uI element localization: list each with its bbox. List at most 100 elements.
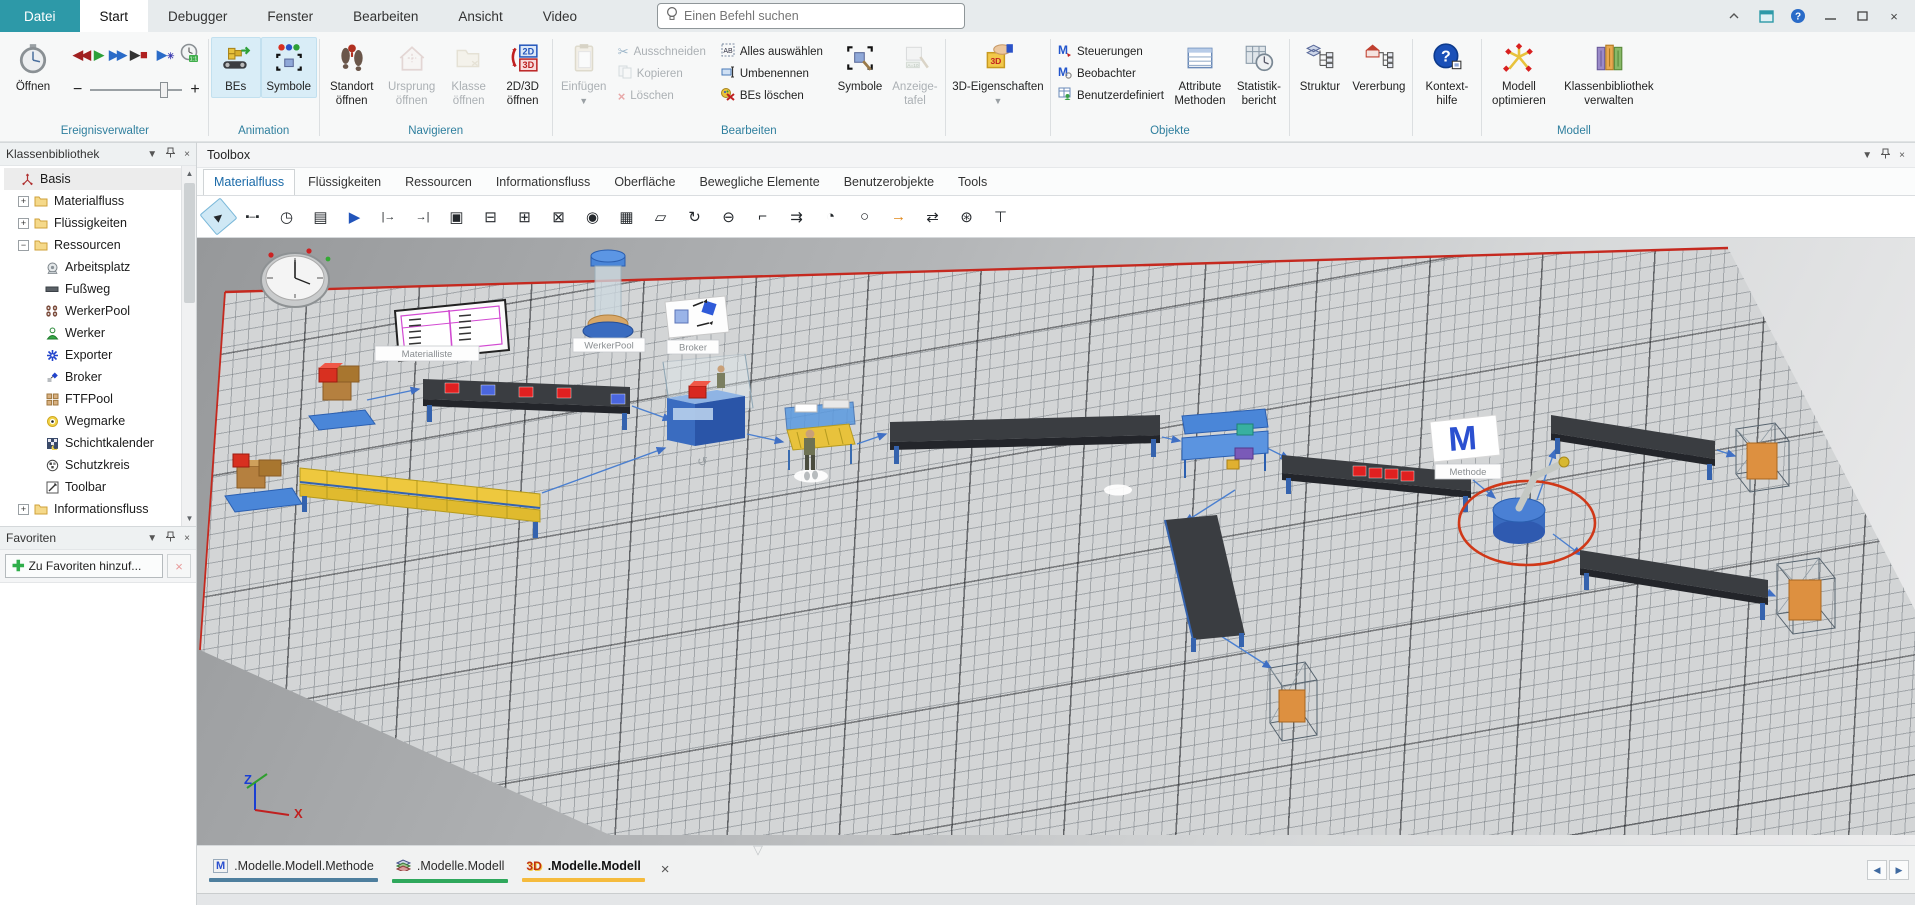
toolbox-icon-frame[interactable]: ▤	[307, 203, 334, 230]
add-to-favorites-button[interactable]: ✚ Zu Favoriten hinzuf...	[5, 554, 163, 578]
tab-datei[interactable]: Datei	[0, 0, 80, 32]
toolbox-icon-conveyor[interactable]: ⊖	[715, 203, 742, 230]
toolbox-icon-assemblystation[interactable]: ⊞	[511, 203, 538, 230]
doc-tab-methode[interactable]: M .Modelle.Modell.Methode	[209, 857, 378, 882]
tree-item-fussweg[interactable]: Fußweg	[4, 278, 196, 300]
standort-oeffnen-button[interactable]: Standort öffnen	[322, 37, 382, 111]
class-library-pin-icon[interactable]	[166, 147, 175, 161]
remove-favorite-button[interactable]: ×	[167, 554, 191, 578]
scene-buffer-conveyor[interactable]	[423, 379, 630, 430]
anzeigetafel-button[interactable]: A=10 Anzeige-tafel	[887, 37, 943, 111]
slider-plus[interactable]: +	[190, 81, 199, 99]
tree-item-broker[interactable]: Broker	[4, 366, 196, 388]
toolbox-icon-line[interactable]: ▱	[647, 203, 674, 230]
realtime-clock-icon[interactable]: 1:1	[179, 43, 199, 68]
einfuegen-button[interactable]: Einfügen ▼	[555, 37, 613, 109]
tree-item-ftfpool[interactable]: FTFPool	[4, 388, 196, 410]
toolbox-icon-cornerconveyor[interactable]: ⌐	[749, 203, 776, 230]
collapse-ribbon-icon[interactable]	[1723, 6, 1745, 26]
tree-item-materialfluss[interactable]: + Materialfluss	[4, 190, 196, 212]
toolbox-icon-eventcontroller[interactable]: ◷	[273, 203, 300, 230]
toolbox-icon-transporter[interactable]: →	[885, 203, 912, 230]
toolbox-tab-fluessigkeiten[interactable]: Flüssigkeiten	[297, 169, 392, 195]
toolbox-tab-tools[interactable]: Tools	[947, 169, 998, 195]
favorites-dropdown-icon[interactable]: ▼	[147, 533, 157, 544]
scene-arbeitsplatz-worker[interactable]	[785, 400, 855, 483]
toolbox-tab-bewegliche-elemente[interactable]: Bewegliche Elemente	[688, 169, 830, 195]
scene-container-top-right[interactable]	[1736, 423, 1789, 492]
toolbox-tab-ressourcen[interactable]: Ressourcen	[394, 169, 483, 195]
symbole-bearbeiten-button[interactable]: Symbole	[833, 37, 887, 98]
command-search-input[interactable]	[684, 9, 956, 23]
toolbox-icon-source[interactable]: |→	[375, 203, 402, 230]
toolbox-icon-cycle[interactable]: ↻	[681, 203, 708, 230]
toolbox-icon-buffer[interactable]: ◉	[579, 203, 606, 230]
ereignisverwalter-oeffnen-button[interactable]: Öffnen	[4, 37, 62, 98]
tab-debugger[interactable]: Debugger	[148, 0, 247, 32]
toolbox-icon-drain[interactable]: →|	[409, 203, 436, 230]
struktur-button[interactable]: Struktur	[1292, 37, 1348, 98]
scene-long-conveyor[interactable]	[890, 415, 1160, 464]
expander-minus-icon[interactable]: −	[18, 240, 29, 251]
help-icon[interactable]: ?	[1787, 6, 1809, 26]
tab-start[interactable]: Start	[80, 0, 149, 32]
doc-nav-prev[interactable]: ◀	[1867, 860, 1887, 880]
toolbox-icon-turntable[interactable]: ◔	[817, 203, 844, 230]
toolbox-tab-materialfluss[interactable]: Materialfluss	[203, 169, 295, 195]
class-library-close-icon[interactable]: ×	[184, 149, 190, 160]
tree-item-fluessigkeiten[interactable]: + Flüssigkeiten	[4, 212, 196, 234]
scene-conveyor-with-parts[interactable]	[1282, 455, 1471, 512]
toolbox-icon-station[interactable]: ▣	[443, 203, 470, 230]
scene-materialliste-board[interactable]: Materialliste	[375, 300, 509, 361]
toolbox-icon-dismantlestation[interactable]: ⊠	[545, 203, 572, 230]
toolbox-icon-cursor[interactable]: ►	[199, 197, 237, 235]
start-button[interactable]: ▶	[94, 47, 104, 63]
scene-source-station-2[interactable]	[225, 454, 302, 512]
scene-descending-conveyor[interactable]	[1165, 515, 1245, 652]
expander-plus-icon[interactable]: +	[18, 504, 29, 515]
expander-plus-icon[interactable]: +	[18, 196, 29, 207]
kontexthilfe-button[interactable]: ? Kontext-hilfe	[1415, 37, 1479, 111]
3d-eigenschaften-button[interactable]: 3D 3D-Eigenschaften ▼	[948, 37, 1048, 109]
tree-item-exporter[interactable]: Exporter	[4, 344, 196, 366]
slider-thumb[interactable]	[160, 82, 168, 98]
scene-source-station[interactable]	[309, 363, 375, 430]
tree-item-ressourcen[interactable]: − Ressourcen	[4, 234, 196, 256]
scroll-up-icon[interactable]: ▲	[182, 166, 196, 181]
beobachter-button[interactable]: M Beobachter	[1053, 63, 1169, 85]
loeschen-button[interactable]: × Löschen	[613, 85, 711, 107]
favorites-pin-icon[interactable]	[166, 531, 175, 545]
toolbox-icon-transferstation[interactable]: ⇄	[919, 203, 946, 230]
tree-item-werker[interactable]: Werker	[4, 322, 196, 344]
slider-minus[interactable]: −	[73, 81, 82, 99]
toolbox-icon-routing[interactable]: ⊤	[987, 203, 1014, 230]
scene-container-bottom-right[interactable]	[1777, 558, 1835, 634]
toolbox-close-icon[interactable]: ×	[1899, 150, 1905, 161]
tree-item-arbeitsplatz[interactable]: Arbeitsplatz	[4, 256, 196, 278]
slider-track[interactable]	[90, 89, 182, 91]
scene-container-bottom[interactable]	[1270, 662, 1317, 741]
tree-item-basis[interactable]: Basis	[4, 168, 196, 190]
bes-loeschen-button[interactable]: BEs löschen	[716, 85, 828, 107]
umbenennen-button[interactable]: Umbenennen	[716, 63, 828, 85]
toolbox-icon-parallelstation[interactable]: ⊟	[477, 203, 504, 230]
scene-yellow-conveyor[interactable]	[300, 468, 540, 538]
tab-video[interactable]: Video	[523, 0, 597, 32]
3d-viewport[interactable]: Materialliste WerkerPool	[197, 238, 1915, 845]
tab-bearbeiten[interactable]: Bearbeiten	[333, 0, 438, 32]
scrollbar-thumb[interactable]	[184, 183, 195, 303]
fast-forward-button[interactable]: ▶▶	[109, 47, 125, 63]
toolbox-pin-icon[interactable]	[1881, 148, 1890, 162]
3d-eigenschaften-dropdown-caret[interactable]: ▼	[993, 96, 1002, 106]
bes-toggle-button[interactable]: BEs	[211, 37, 261, 98]
class-library-dropdown-icon[interactable]: ▼	[147, 149, 157, 160]
class-library-scrollbar[interactable]: ▲ ▼	[181, 166, 196, 526]
kopieren-button[interactable]: Kopieren	[613, 63, 711, 85]
klassenbibliothek-verwalten-button[interactable]: Klassenbibliothek verwalten	[1554, 37, 1664, 111]
step-button[interactable]: ▶■	[130, 47, 148, 63]
expander-plus-icon[interactable]: +	[18, 218, 29, 229]
tree-item-informationsfluss[interactable]: + Informationsfluss	[4, 498, 196, 520]
scene-method-logo[interactable]: M Methode	[1430, 415, 1501, 479]
attribute-methoden-button[interactable]: Attribute Methoden	[1169, 37, 1231, 111]
speed-slider[interactable]: − +	[67, 73, 206, 99]
